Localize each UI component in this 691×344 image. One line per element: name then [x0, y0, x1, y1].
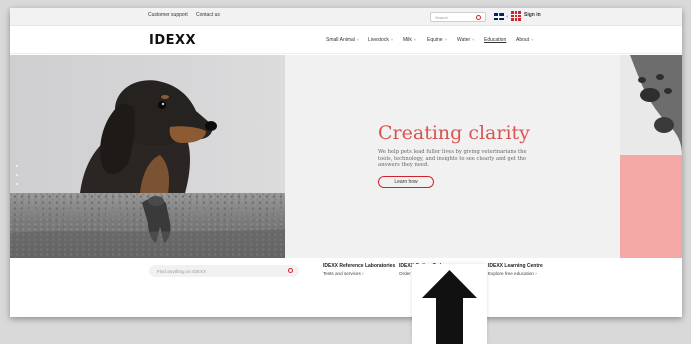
- main-nav: IDEXX Small Animal ˅ Livestock ˅ Milk ˅ Equ…: [10, 26, 682, 54]
- chevron-down-icon[interactable]: ˅: [506, 14, 508, 19]
- reference-labs-title: IDEXX Reference Laboratories: [323, 263, 396, 269]
- tests-and-services-link[interactable]: Tests and services ›: [323, 271, 364, 276]
- nav-item-small-animal[interactable]: Small Animal ˅: [326, 37, 359, 43]
- nav-item-milk[interactable]: Milk ˅: [403, 37, 416, 43]
- utility-search-input[interactable]: Search: [430, 12, 486, 22]
- nav-item-label: Milk: [403, 37, 412, 43]
- nav-item-label: Water: [457, 37, 471, 43]
- hero-paw-image: [620, 55, 682, 155]
- chevron-down-icon: ˅: [390, 37, 394, 42]
- nav-item-water[interactable]: Water ˅: [457, 37, 475, 43]
- dachshund-illustration: [80, 80, 217, 193]
- chevron-right-icon: ›: [362, 271, 364, 276]
- chevron-right-icon: ›: [535, 271, 537, 276]
- contact-us-link[interactable]: Contact us: [196, 12, 220, 18]
- nav-item-label: Equine: [427, 37, 443, 43]
- hero-title: Creating clarity: [378, 122, 530, 144]
- nav-item-label: Education: [484, 37, 507, 43]
- nav-item-label: About: [516, 37, 530, 43]
- utility-bar: Customer support Contact us Search ˅ Sig…: [10, 8, 682, 26]
- chevron-down-icon: ˅: [472, 37, 475, 42]
- learn-how-button[interactable]: Learn how: [378, 176, 434, 188]
- customer-support-link[interactable]: Customer support: [148, 12, 188, 18]
- sign-in-link[interactable]: Sign in: [524, 12, 541, 18]
- slide-indicator[interactable]: [16, 165, 19, 192]
- arrow-up-icon: [422, 270, 477, 344]
- browser-page: Customer support Contact us Search ˅ Sig…: [10, 8, 682, 317]
- chevron-down-icon: ˅: [413, 37, 417, 42]
- nav-item-education[interactable]: Education: [484, 37, 506, 43]
- search-icon[interactable]: [476, 15, 481, 20]
- nav-item-livestock[interactable]: Livestock ˅: [368, 37, 393, 43]
- explore-education-link[interactable]: Explore free education ›: [488, 271, 537, 276]
- search-icon[interactable]: [288, 268, 293, 273]
- hero-field-image: [10, 193, 285, 258]
- apps-grid-icon[interactable]: [511, 11, 521, 21]
- uk-flag-icon[interactable]: [494, 13, 504, 20]
- idexx-logo[interactable]: IDEXX: [149, 33, 196, 48]
- nav-item-label: Small Animal: [326, 37, 355, 43]
- site-search-input[interactable]: Find anything on IDEXX: [149, 265, 299, 277]
- chevron-down-icon: ˅: [444, 37, 447, 42]
- dog-paw-illustration: [630, 55, 682, 155]
- hero-pink-panel: [620, 155, 682, 258]
- nav-item-label: Livestock: [368, 37, 389, 43]
- hero-subtitle: We help pets lead fuller lives by giving…: [378, 149, 527, 168]
- pointer-overlay: [412, 264, 487, 344]
- hero-dog-image: [10, 55, 285, 193]
- nav-item-equine[interactable]: Equine ˅: [427, 37, 447, 43]
- nav-item-about[interactable]: About ˅: [516, 37, 533, 43]
- learning-centre-title: IDEXX Learning Centre: [488, 263, 543, 269]
- quick-links-band: Find anything on IDEXX IDEXX Reference L…: [10, 258, 682, 317]
- utility-search-placeholder: Search: [435, 15, 448, 20]
- chevron-down-icon: ˅: [531, 37, 534, 42]
- site-search-placeholder: Find anything on IDEXX: [157, 268, 207, 274]
- chevron-down-icon: ˅: [356, 37, 360, 42]
- running-dog-illustration: [10, 196, 285, 258]
